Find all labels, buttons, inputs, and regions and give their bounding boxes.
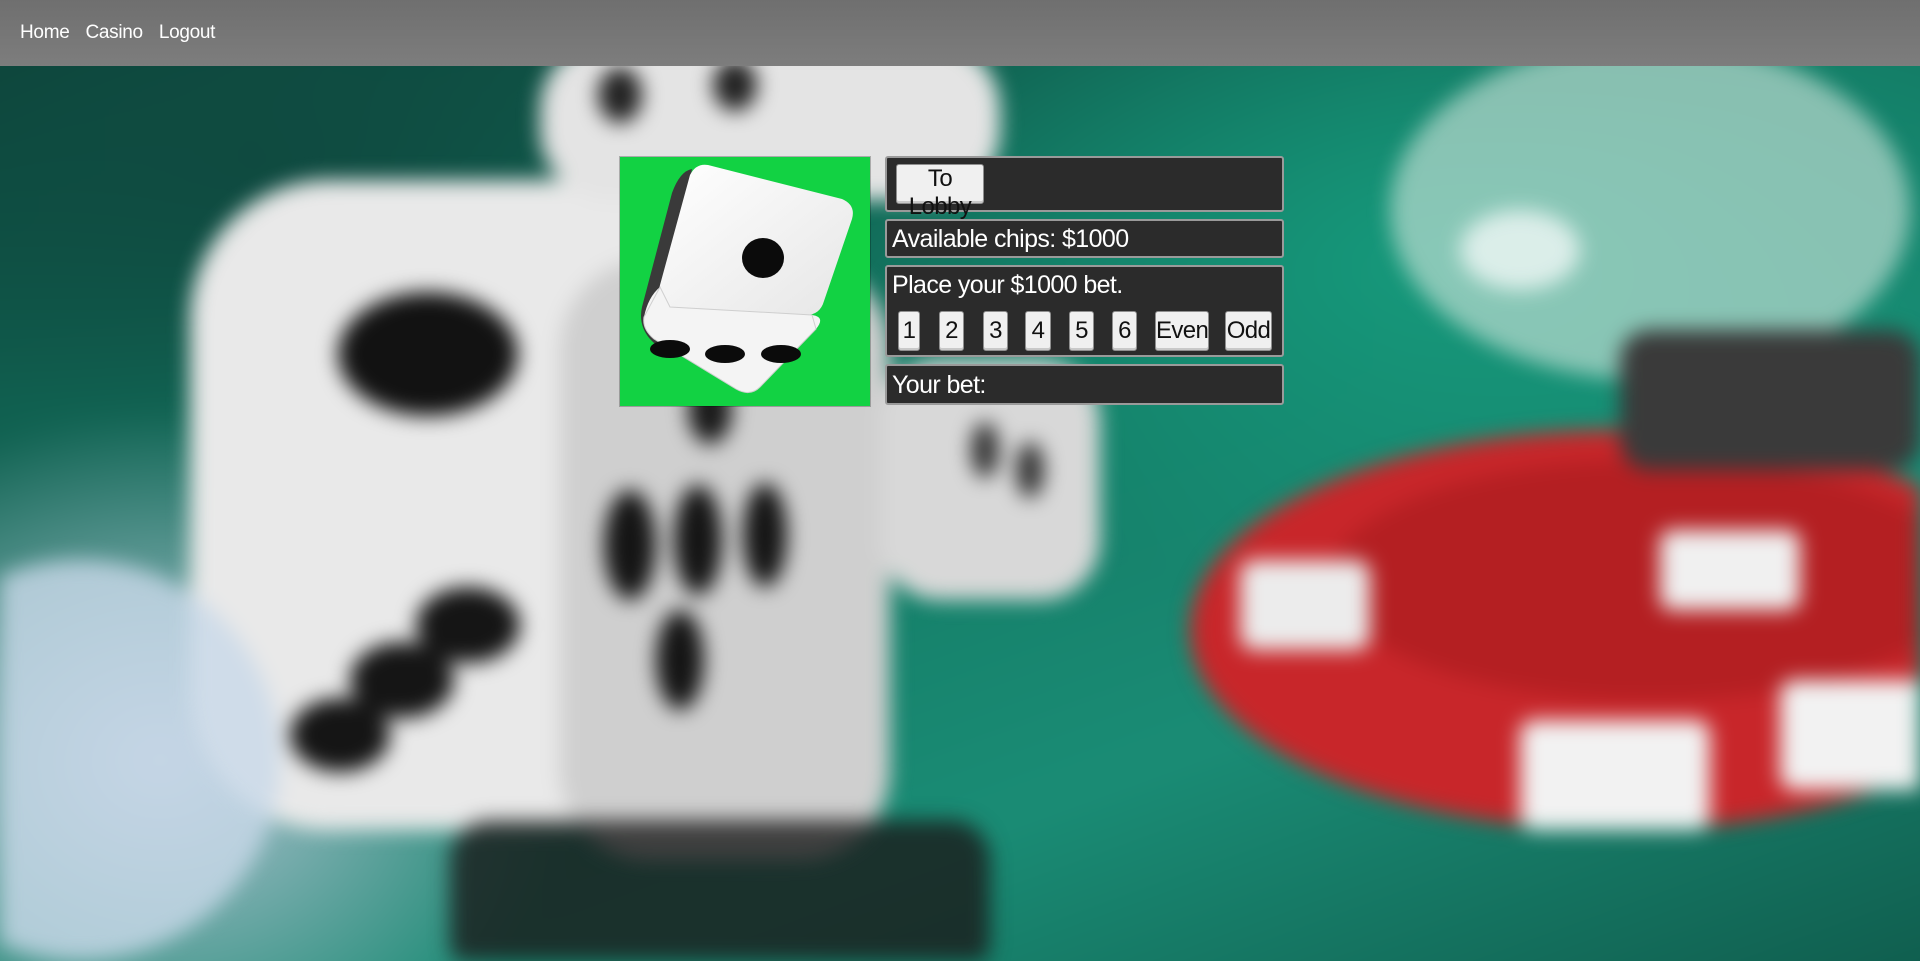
background-image: [0, 0, 1920, 961]
nav-casino-link[interactable]: Casino: [85, 22, 143, 44]
dice-display: [620, 157, 870, 406]
nav-home-link[interactable]: Home: [20, 22, 70, 44]
bet-button-odd[interactable]: Odd: [1225, 311, 1272, 351]
your-bet-label: Your bet:: [892, 371, 986, 399]
background-dice-and-chips: [0, 40, 1920, 961]
bet-button-4[interactable]: 4: [1025, 311, 1051, 351]
top-navbar: Home Casino Logout: [0, 0, 1920, 66]
bet-button-even[interactable]: Even: [1155, 311, 1209, 351]
nav-logout-link[interactable]: Logout: [159, 22, 216, 44]
bet-button-2[interactable]: 2: [939, 311, 964, 351]
to-lobby-button[interactable]: To Lobby: [896, 164, 984, 220]
chips-panel: Available chips: $1000: [885, 219, 1284, 258]
bet-button-1[interactable]: 1: [898, 311, 920, 351]
your-bet-panel: Your bet:: [885, 364, 1284, 405]
bet-panel: Place your $1000 bet. 1 2 3 4 5 6 Even O…: [885, 265, 1284, 357]
available-chips-label: Available chips: $1000: [892, 225, 1129, 253]
lobby-panel: To Lobby: [885, 156, 1284, 220]
bet-button-5[interactable]: 5: [1069, 311, 1094, 351]
bet-button-3[interactable]: 3: [983, 311, 1008, 351]
dice-icon: [641, 164, 853, 393]
bet-button-6[interactable]: 6: [1112, 311, 1137, 351]
place-bet-label: Place your $1000 bet.: [892, 271, 1123, 299]
